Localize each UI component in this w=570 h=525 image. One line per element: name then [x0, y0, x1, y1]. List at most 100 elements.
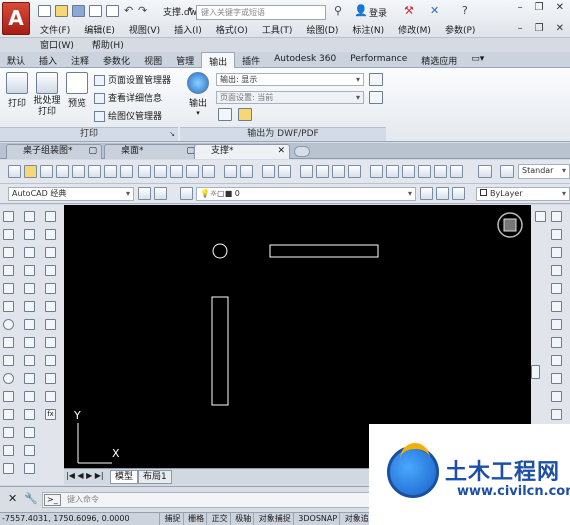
- page-setup-manager-button[interactable]: 页面设置管理器: [94, 73, 171, 86]
- redo-toolbar-icon[interactable]: [262, 165, 275, 178]
- restore-icon[interactable]: ❐: [535, 2, 544, 13]
- tab-view[interactable]: 视图: [137, 52, 169, 68]
- menu-file[interactable]: 文件(F): [40, 23, 70, 36]
- search-input[interactable]: 键入关键字或短语: [196, 5, 326, 20]
- calculator-icon[interactable]: [450, 165, 463, 178]
- ellipse-arc-icon[interactable]: [3, 391, 14, 402]
- tab-featured-apps[interactable]: 精选应用: [414, 52, 464, 68]
- preview-export-icon[interactable]: [218, 108, 232, 121]
- offset-icon[interactable]: [24, 265, 35, 276]
- tab-menu-icon[interactable]: ▢: [88, 145, 97, 158]
- open-icon[interactable]: [24, 165, 37, 178]
- hatch-icon[interactable]: [3, 463, 14, 474]
- print-toolbar-icon[interactable]: [56, 165, 69, 178]
- tool-palettes-icon[interactable]: [402, 165, 415, 178]
- radius-dim-icon[interactable]: [551, 301, 562, 312]
- ellipse-icon[interactable]: [3, 373, 14, 384]
- snap-node-icon[interactable]: [45, 391, 56, 402]
- 3d-dwf-icon[interactable]: [104, 165, 117, 178]
- text-style-dropdown[interactable]: Standar: [518, 164, 570, 179]
- diameter-dim-icon[interactable]: [551, 319, 562, 330]
- new-icon[interactable]: [8, 165, 21, 178]
- tab-insert[interactable]: 插入: [32, 52, 64, 68]
- line-icon[interactable]: [3, 211, 14, 222]
- tab-plugins[interactable]: 插件: [235, 52, 267, 68]
- save-icon[interactable]: [72, 5, 85, 17]
- menu-dimension[interactable]: 标注(N): [352, 23, 384, 36]
- doc-tab-support[interactable]: 支撑* ✕: [194, 144, 290, 159]
- color-dropdown[interactable]: ByLayer: [476, 187, 570, 201]
- close-command-icon[interactable]: ✕: [8, 492, 17, 505]
- layer-previous-icon[interactable]: [436, 187, 449, 200]
- zoom-window-icon[interactable]: [332, 165, 345, 178]
- continue-dim-icon[interactable]: [551, 391, 562, 402]
- tab-performance[interactable]: Performance: [343, 52, 414, 68]
- menu-view[interactable]: 视图(V): [129, 23, 160, 36]
- help-toolbar-icon[interactable]: [478, 165, 492, 178]
- layer-properties-icon[interactable]: [180, 187, 193, 200]
- rotate-icon[interactable]: [24, 319, 35, 330]
- grid-toggle[interactable]: 栅格: [186, 513, 208, 525]
- menu-format[interactable]: 格式(O): [216, 23, 248, 36]
- break-icon[interactable]: [24, 409, 35, 420]
- preview-button[interactable]: 预览: [64, 72, 90, 109]
- spline-icon[interactable]: [3, 355, 14, 366]
- plotter-manager-button[interactable]: 绘图仪管理器: [94, 109, 162, 122]
- export-dropdown[interactable]: 输出: 显示: [216, 73, 364, 86]
- sheet-set-icon[interactable]: [418, 165, 431, 178]
- workspace-dropdown[interactable]: AutoCAD 经典: [8, 187, 134, 201]
- zoom-realtime-icon[interactable]: [316, 165, 329, 178]
- menu-help[interactable]: 帮助(H): [92, 38, 124, 51]
- arc-length-icon[interactable]: [551, 265, 562, 276]
- angular-dim-icon[interactable]: [551, 337, 562, 348]
- ribbon-options-icon[interactable]: ▭▾: [464, 52, 491, 68]
- make-current-icon[interactable]: [420, 187, 433, 200]
- menu-modify[interactable]: 修改(M): [398, 23, 431, 36]
- quick-dim-icon[interactable]: [551, 355, 562, 366]
- plot-preview-icon[interactable]: [72, 165, 85, 178]
- move-icon[interactable]: [24, 301, 35, 312]
- match-properties-icon[interactable]: [186, 165, 199, 178]
- user-icon[interactable]: 👤: [354, 4, 368, 17]
- snap-center-icon[interactable]: [45, 283, 56, 294]
- panel-launcher-icon[interactable]: ↘: [169, 128, 175, 141]
- fx-icon[interactable]: fx: [45, 409, 56, 420]
- tab-parametric[interactable]: 参数化: [96, 52, 137, 68]
- export-button[interactable]: 输出 ▾: [184, 72, 212, 117]
- tab-manage[interactable]: 管理: [169, 52, 201, 68]
- tab-output[interactable]: 输出: [201, 52, 236, 68]
- vertical-scrollbar[interactable]: [531, 365, 540, 379]
- page-setup-dropdown[interactable]: 页面设置: 当前: [216, 91, 364, 104]
- trim-icon[interactable]: [24, 373, 35, 384]
- doc-restore-icon[interactable]: ❐: [535, 23, 544, 34]
- minimize-icon[interactable]: –: [518, 2, 523, 13]
- viewcube[interactable]: [497, 212, 523, 238]
- menu-insert[interactable]: 插入(I): [174, 23, 202, 36]
- extend-icon[interactable]: [24, 391, 35, 402]
- block-editor-icon[interactable]: [202, 165, 215, 178]
- doc-tab-tabletop[interactable]: 桌面* ▢: [104, 144, 200, 159]
- menu-tools[interactable]: 工具(T): [262, 23, 293, 36]
- autodesk-360-icon[interactable]: ✕: [430, 4, 439, 17]
- polar-toggle[interactable]: 极轴: [233, 513, 255, 525]
- snap-toggle[interactable]: 捕捉: [163, 513, 184, 525]
- snap-insert-icon[interactable]: [45, 373, 56, 384]
- application-menu-button[interactable]: A: [2, 2, 30, 35]
- tab-annotate[interactable]: 注释: [64, 52, 96, 68]
- open-file-icon[interactable]: [55, 5, 68, 17]
- arc-icon[interactable]: [3, 301, 14, 312]
- copy-object-icon[interactable]: [24, 229, 35, 240]
- linear-dim-icon[interactable]: [551, 229, 562, 240]
- properties-icon[interactable]: [370, 165, 383, 178]
- chamfer-icon[interactable]: [24, 445, 35, 456]
- layer-dropdown[interactable]: 💡☼▢■ 0: [196, 187, 416, 201]
- doc-close-icon[interactable]: ✕: [556, 23, 564, 34]
- paste-icon[interactable]: [170, 165, 183, 178]
- construction-line-icon[interactable]: [3, 229, 14, 240]
- redo-icon[interactable]: ↷: [138, 4, 147, 17]
- ortho-toggle[interactable]: 正交: [210, 513, 231, 525]
- revision-cloud-icon[interactable]: [3, 337, 14, 348]
- publish-icon[interactable]: [88, 165, 101, 178]
- customize-command-icon[interactable]: 🔧: [24, 492, 38, 505]
- snap-intersection-icon[interactable]: [45, 265, 56, 276]
